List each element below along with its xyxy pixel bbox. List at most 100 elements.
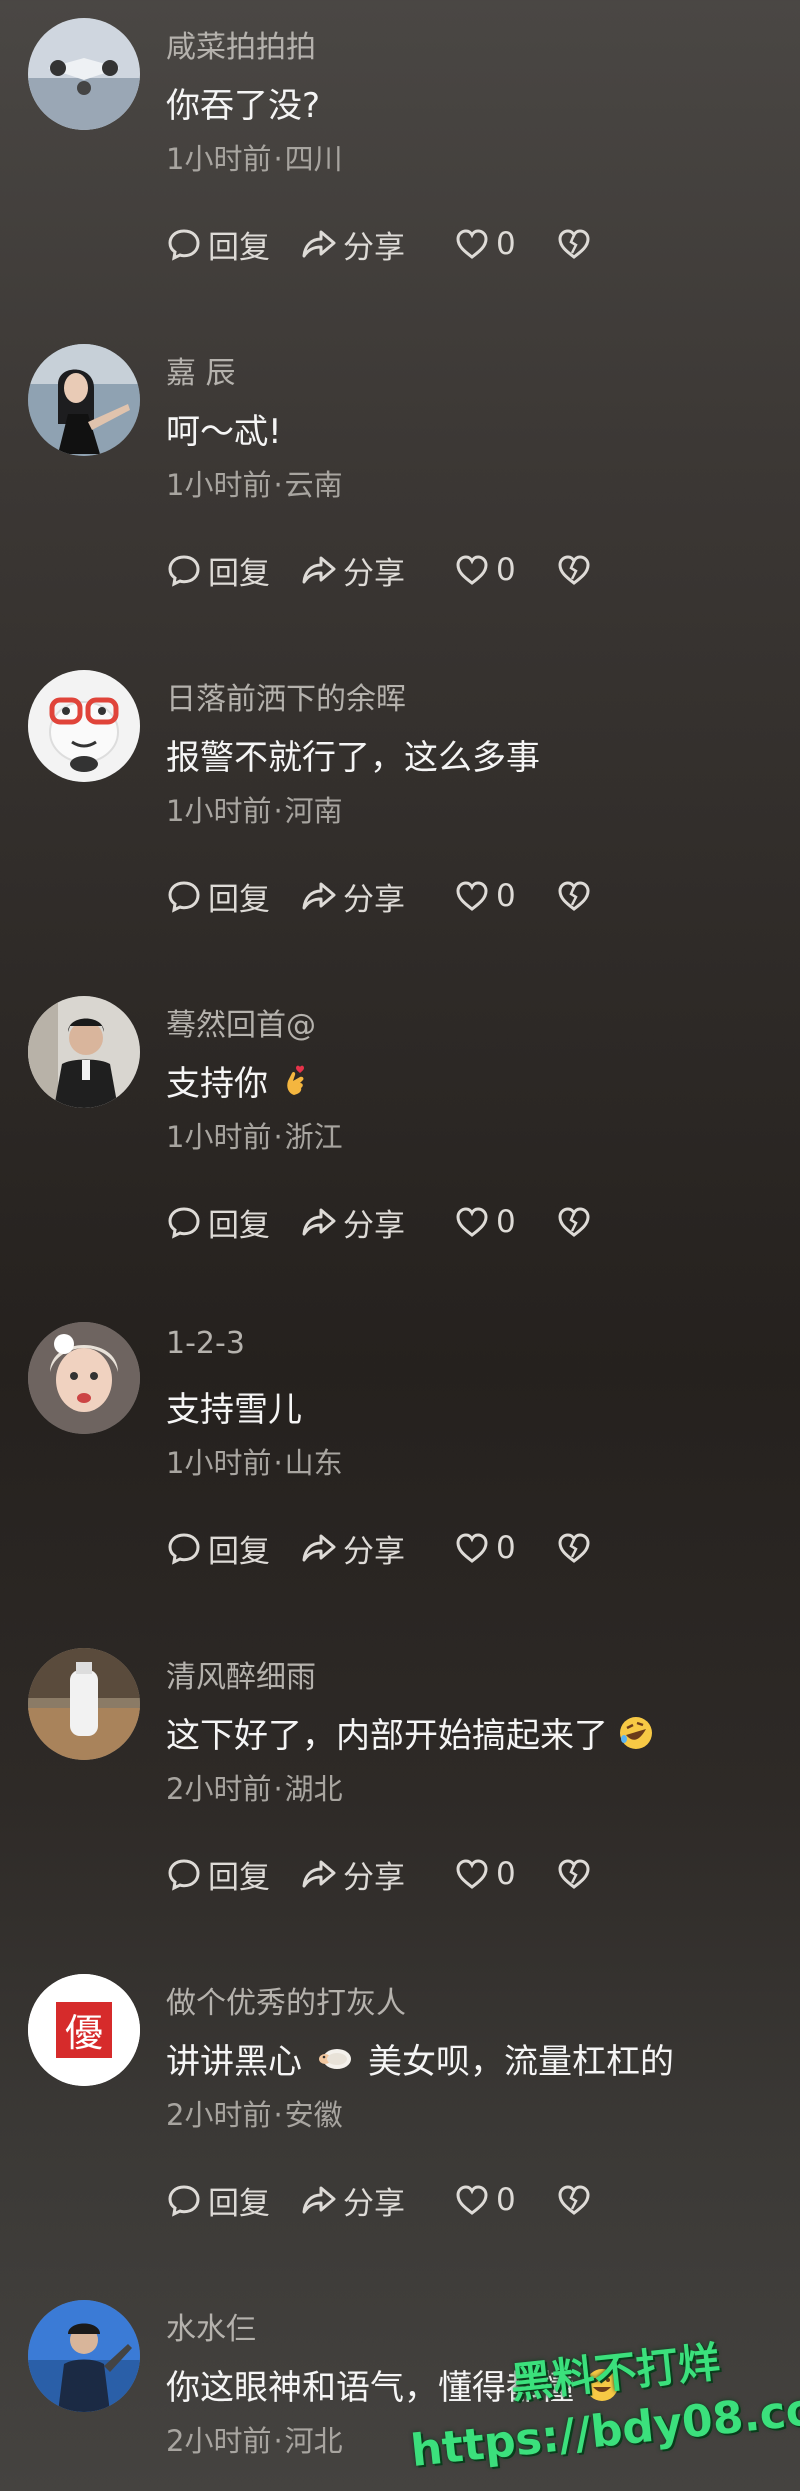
reply-button[interactable]: 回复: [166, 222, 301, 267]
like-button[interactable]: 0: [454, 1204, 556, 1240]
broken-heart-icon: [558, 555, 590, 585]
finger-heart-emoji-icon: [287, 1065, 304, 1095]
comment-text: 支持雪儿: [166, 1382, 302, 1431]
comment-actions: 回复 分享 0: [166, 548, 596, 592]
heart-icon: [456, 1859, 488, 1889]
comment-actions: 回复 分享 0: [166, 222, 596, 266]
like-count: 0: [496, 878, 516, 914]
like-button[interactable]: 0: [454, 552, 556, 588]
rofl-emoji-icon: [620, 1716, 652, 1749]
reply-button[interactable]: 回复: [166, 548, 301, 593]
comment-location: 四川: [284, 142, 343, 176]
like-count: 0: [496, 1856, 516, 1892]
avatar[interactable]: 優: [28, 1974, 140, 2086]
share-button[interactable]: 分享: [301, 222, 454, 267]
comment-text-body: 这下好了，内部开始搞起来了: [166, 1716, 608, 1756]
meta-separator: ·: [273, 794, 283, 828]
comment-actions: 回复 分享 0: [166, 1526, 596, 1570]
reply-button[interactable]: 回复: [166, 1200, 301, 1245]
like-button[interactable]: 0: [454, 1856, 556, 1892]
comment-username[interactable]: 嘉 辰: [166, 348, 236, 392]
heart-icon: [456, 1533, 488, 1563]
like-button[interactable]: 0: [454, 226, 556, 262]
share-button[interactable]: 分享: [301, 874, 454, 919]
comment-text: 这下好了，内部开始搞起来了: [166, 1708, 654, 1757]
comment-location: 浙江: [284, 1120, 343, 1154]
dislike-button[interactable]: [556, 878, 596, 914]
comment-text-body: 报警不就行了，这么多事: [166, 738, 540, 778]
comment-username[interactable]: 1-2-3: [166, 1326, 245, 1361]
comment-meta: 1小时前·河南: [166, 788, 343, 830]
share-button[interactable]: 分享: [301, 1200, 454, 1245]
comment-username[interactable]: 日落前洒下的余晖: [166, 674, 406, 718]
reply-label: 回复: [208, 881, 270, 918]
share-label: 分享: [343, 1207, 405, 1244]
share-icon: [302, 1534, 336, 1562]
meta-separator: ·: [273, 468, 283, 502]
reply-button[interactable]: 回复: [166, 2178, 301, 2223]
meta-separator: ·: [273, 1446, 283, 1480]
comment-username[interactable]: 清风醉细雨: [166, 1652, 316, 1696]
comment-meta: 1小时前·浙江: [166, 1114, 343, 1156]
comment-text: 报警不就行了，这么多事: [166, 730, 540, 779]
avatar[interactable]: [28, 18, 140, 130]
comment-location: 安徽: [284, 2098, 343, 2132]
comment-location: 山东: [284, 1446, 343, 1480]
comment-location: 河南: [284, 794, 343, 828]
comment-text: 讲讲黑心 美女呗，流量杠杠的: [166, 2034, 674, 2083]
dislike-button[interactable]: [556, 552, 596, 588]
avatar[interactable]: [28, 670, 140, 782]
comment-username[interactable]: 咸菜拍拍拍: [166, 22, 316, 66]
heart-icon: [456, 1207, 488, 1237]
reply-icon: [168, 2185, 200, 2217]
reply-icon: [168, 1859, 200, 1891]
avatar[interactable]: [28, 1322, 140, 1434]
dislike-button[interactable]: [556, 1856, 596, 1892]
meta-separator: ·: [273, 2424, 283, 2458]
avatar[interactable]: [28, 2300, 140, 2412]
like-count: 0: [496, 552, 516, 588]
share-button[interactable]: 分享: [301, 1526, 454, 1571]
share-button[interactable]: 分享: [301, 1852, 454, 1897]
share-icon: [302, 556, 336, 584]
like-button[interactable]: 0: [454, 878, 556, 914]
reply-label: 回复: [208, 1533, 270, 1570]
like-count: 0: [496, 2182, 516, 2218]
share-button[interactable]: 分享: [301, 2178, 454, 2223]
comment-time: 2小时前: [166, 2098, 272, 2132]
dislike-button[interactable]: [556, 1530, 596, 1566]
comment-time: 1小时前: [166, 468, 272, 502]
comment-meta: 1小时前·四川: [166, 136, 343, 178]
broken-heart-icon: [558, 1859, 590, 1889]
dislike-button[interactable]: [556, 1204, 596, 1240]
dislike-button[interactable]: [556, 2182, 596, 2218]
like-button[interactable]: 0: [454, 2182, 556, 2218]
reply-label: 回复: [208, 229, 270, 266]
reply-label: 回复: [208, 2185, 270, 2222]
broken-heart-icon: [558, 2185, 590, 2215]
comment-item: 1-2-3 支持雪儿 1小时前·山东 回复 分享 0: [0, 1304, 800, 1630]
avatar[interactable]: [28, 996, 140, 1108]
reply-label: 回复: [208, 1207, 270, 1244]
share-label: 分享: [343, 2185, 405, 2222]
like-button[interactable]: 0: [454, 1530, 556, 1566]
comment-text: 你吞了没?: [166, 78, 320, 127]
share-icon: [302, 230, 336, 258]
comment-username[interactable]: 水水仨: [166, 2304, 256, 2348]
comment-actions: 回复 分享 0: [166, 874, 596, 918]
comment-text-body: 你吞了没?: [166, 86, 321, 126]
avatar[interactable]: [28, 344, 140, 456]
comment-time: 1小时前: [166, 1120, 272, 1154]
avatar[interactable]: [28, 1648, 140, 1760]
reply-icon: [168, 229, 200, 261]
share-label: 分享: [343, 881, 405, 918]
comment-username[interactable]: 蓦然回首@: [166, 1000, 316, 1044]
reply-button[interactable]: 回复: [166, 874, 301, 919]
reply-button[interactable]: 回复: [166, 1852, 301, 1897]
comment-username[interactable]: 做个优秀的打灰人: [166, 1978, 406, 2022]
dislike-button[interactable]: [556, 226, 596, 262]
share-button[interactable]: 分享: [301, 548, 454, 593]
reply-label: 回复: [208, 1859, 270, 1896]
reply-button[interactable]: 回复: [166, 1526, 301, 1571]
comment-time: 2小时前: [166, 2424, 272, 2458]
